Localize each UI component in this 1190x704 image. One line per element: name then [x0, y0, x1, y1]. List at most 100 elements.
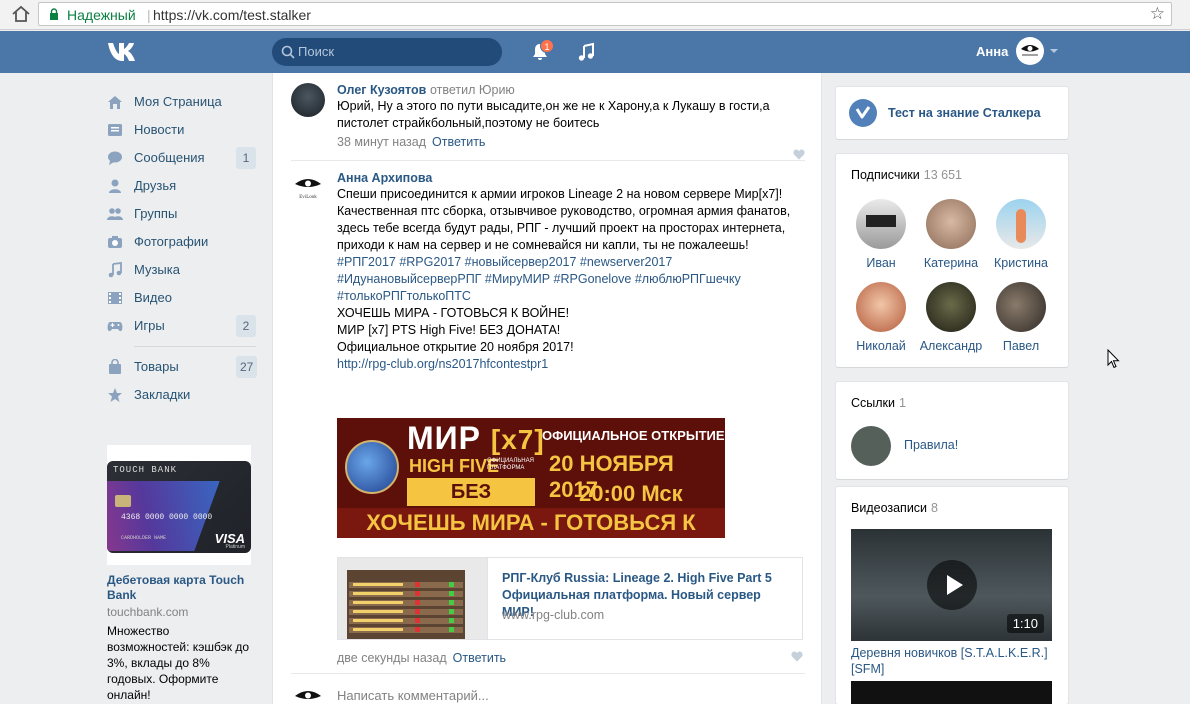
sidebar-item-news[interactable]: Новости — [100, 116, 260, 144]
subscriber-avatar[interactable] — [996, 282, 1046, 332]
links-header[interactable]: Ссылки 1 — [851, 396, 906, 410]
search-input[interactable] — [298, 44, 488, 59]
star-icon — [108, 388, 122, 402]
url-text[interactable]: https://vk.com/test.stalker — [153, 7, 311, 23]
ad-image[interactable]: TOUCH BANK 4368 0000 0000 0000 CARDHOLDE… — [107, 445, 251, 565]
video-duration: 1:10 — [1006, 614, 1044, 633]
subscriber-avatar[interactable] — [856, 282, 906, 332]
sidebar-item-games[interactable]: Игры 2 — [100, 312, 260, 340]
sidebar-item-groups[interactable]: Группы — [100, 200, 260, 228]
like-heart-icon[interactable] — [791, 651, 803, 662]
snippet-image[interactable] — [338, 558, 488, 639]
sidebar-item-photos[interactable]: Фотографии — [100, 228, 260, 256]
comment-meta: 38 минут назад Ответить — [337, 135, 805, 149]
link-avatar[interactable] — [851, 426, 891, 466]
reply-button[interactable]: Ответить — [432, 135, 485, 149]
comment-hashtags[interactable]: #РПГ2017 #RPG2017 #новыйсервер2017 #news… — [337, 254, 805, 305]
sidebar-item-label: Товары — [134, 359, 179, 374]
subscriber-item[interactable]: Иван — [846, 199, 916, 270]
subscriber-avatar[interactable] — [996, 199, 1046, 249]
link-snippet[interactable]: РПГ-Клуб Russia: Lineage 2. High Five Pa… — [337, 557, 803, 640]
messages-count-badge: 1 — [236, 147, 256, 169]
sidebar-item-goods[interactable]: Товары 27 — [100, 353, 260, 381]
sidebar-item-label: Друзья — [134, 178, 177, 193]
own-avatar — [291, 682, 325, 704]
eye-logo-icon — [295, 691, 321, 699]
comment-time[interactable]: две секунды назад — [337, 651, 447, 665]
test-link-label[interactable]: Тест на знание Сталкера — [888, 106, 1041, 120]
subscribers-box: Подписчики 13 651 Иван Катерина Кристина … — [836, 154, 1068, 367]
write-comment-input[interactable]: Написать комментарий... — [337, 688, 489, 703]
subscriber-item[interactable]: Катерина — [916, 199, 986, 270]
subscriber-name[interactable]: Катерина — [916, 256, 986, 270]
sidebar-item-video[interactable]: Видео — [100, 284, 260, 312]
check-icon — [855, 106, 871, 119]
comment-author[interactable]: Анна Архипова — [337, 171, 432, 185]
promo-banner[interactable]: МИР [x7] HIGH FIVE ОФИЦИАЛЬНАЯ ПЛАТФОРМА… — [337, 418, 725, 538]
snippet-table-row — [349, 618, 463, 624]
subscribers-header[interactable]: Подписчики 13 651 — [851, 168, 962, 182]
subscriber-item[interactable]: Александр — [916, 282, 986, 353]
subscriber-name[interactable]: Николай — [846, 339, 916, 353]
music-note-icon[interactable] — [576, 42, 596, 62]
bookmark-star-icon[interactable]: ☆ — [1150, 4, 1165, 24]
snippet-table-row — [349, 609, 463, 615]
music-icon — [108, 262, 122, 278]
subscriber-name[interactable]: Павел — [986, 339, 1056, 353]
test-link-box[interactable]: Тест на знание Сталкера — [836, 87, 1068, 139]
user-name[interactable]: Анна — [976, 44, 1008, 59]
videos-title: Видеозаписи — [851, 501, 928, 515]
subscriber-item[interactable]: Николай — [846, 282, 916, 353]
link-item-label[interactable]: Правила! — [904, 438, 958, 452]
like-heart-icon[interactable] — [793, 149, 805, 160]
comment-link[interactable]: http://rpg-club.org/ns2017hfcontestpr1 — [337, 356, 805, 373]
comment-reply-to[interactable]: ответил Юрию — [430, 83, 515, 97]
sidebar-item-my-page[interactable]: Моя Страница — [100, 88, 260, 116]
ad-host: touchbank.com — [107, 605, 189, 619]
address-bar[interactable]: Надежный | https://vk.com/test.stalker ☆ — [38, 2, 1172, 26]
comment-time[interactable]: 38 минут назад — [337, 135, 426, 149]
user-menu-caret-icon[interactable] — [1050, 49, 1058, 53]
user-avatar[interactable] — [1016, 37, 1044, 65]
secure-label: Надежный — [67, 7, 136, 23]
sidebar-item-friends[interactable]: Друзья — [100, 172, 260, 200]
sidebar-item-label: Группы — [134, 206, 178, 221]
videos-header[interactable]: Видеозаписи 8 — [851, 501, 938, 515]
commenter-avatar[interactable] — [291, 83, 325, 117]
subscriber-name[interactable]: Кристина — [986, 256, 1056, 270]
sidebar-ad[interactable]: TOUCH BANK 4368 0000 0000 0000 CARDHOLDE… — [107, 445, 253, 703]
ad-title[interactable]: Дебетовая карта Touch Bank — [107, 573, 253, 603]
left-menu: Моя Страница Новости Сообщения 1 Друзья … — [100, 88, 260, 409]
sidebar-item-messages[interactable]: Сообщения 1 — [100, 144, 260, 172]
subscriber-avatar[interactable] — [926, 199, 976, 249]
video-thumbnail-next[interactable] — [851, 681, 1052, 704]
videos-count: 8 — [931, 501, 938, 515]
subscriber-avatar[interactable] — [856, 199, 906, 249]
bag-icon — [109, 359, 121, 374]
gamepad-icon — [107, 322, 123, 332]
video-thumbnail[interactable]: 1:10 — [851, 529, 1052, 641]
subscriber-avatar[interactable] — [926, 282, 976, 332]
sidebar-item-bookmarks[interactable]: Закладки — [100, 381, 260, 409]
sidebar-item-label: Игры — [134, 318, 165, 333]
subscriber-name[interactable]: Александр — [916, 339, 986, 353]
links-box: Ссылки 1 Правила! — [836, 382, 1068, 479]
sidebar-item-music[interactable]: Музыка — [100, 256, 260, 284]
subscribers-count: 13 651 — [923, 168, 962, 182]
home-icon[interactable] — [10, 3, 32, 25]
banner-no-donate: БЕЗ ДОНАТА — [407, 478, 535, 531]
subscriber-item[interactable]: Кристина — [986, 199, 1056, 270]
comment-author[interactable]: Олег Кузоятов — [337, 83, 426, 97]
banner-mir-text: МИР — [407, 420, 481, 456]
subscriber-name[interactable]: Иван — [846, 256, 916, 270]
video-title[interactable]: Деревня новичков [S.T.A.L.K.E.R.] [SFM] — [851, 645, 1056, 677]
subscriber-item[interactable]: Павел — [986, 282, 1056, 353]
search-box[interactable] — [272, 38, 502, 66]
play-icon[interactable] — [927, 560, 977, 610]
commenter-avatar[interactable]: EviLook — [291, 170, 325, 204]
reply-button[interactable]: Ответить — [453, 651, 506, 665]
svg-text:EviLook: EviLook — [299, 195, 317, 200]
snippet-table-row — [349, 582, 463, 588]
ad-text: Множество возможностей: кэшбэк до 3%, вк… — [107, 624, 250, 702]
vk-logo-icon[interactable] — [107, 40, 141, 64]
